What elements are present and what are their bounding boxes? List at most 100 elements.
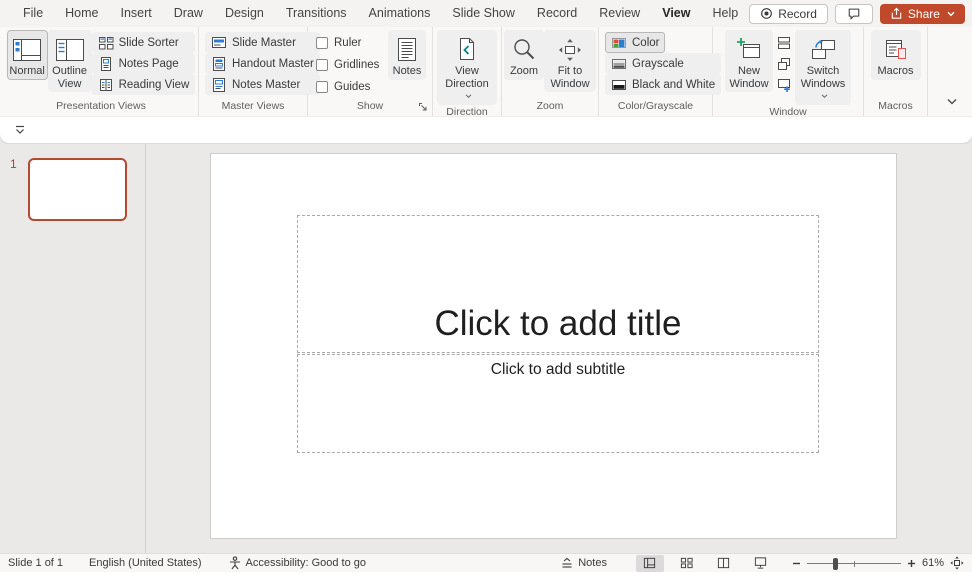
- tab-view[interactable]: View: [651, 0, 701, 27]
- gridlines-checkbox-row[interactable]: Gridlines: [316, 54, 382, 76]
- slide-master-button[interactable]: Slide Master: [205, 32, 320, 53]
- reading-view-status-button[interactable]: [710, 555, 738, 572]
- chevron-down-icon: [947, 11, 955, 17]
- zoom-icon: [511, 35, 537, 65]
- notes-master-button[interactable]: Notes Master: [205, 74, 320, 95]
- show-dialog-launcher-icon[interactable]: [417, 101, 429, 113]
- notes-master-icon: [211, 77, 227, 93]
- move-split-button[interactable]: [773, 74, 795, 95]
- collapse-ribbon-button[interactable]: [946, 98, 958, 106]
- zoom-slider-center-tick: [854, 561, 856, 567]
- grayscale-icon: [611, 56, 627, 72]
- tab-transitions[interactable]: Transitions: [275, 0, 358, 27]
- notes-icon: [394, 35, 420, 65]
- macros-button[interactable]: Macros: [871, 30, 921, 80]
- arrange-all-icon: [776, 35, 792, 51]
- slide-show-status-button[interactable]: [747, 555, 775, 572]
- color-button[interactable]: Color: [605, 32, 665, 53]
- notes-toggle-button[interactable]: Notes: [560, 557, 607, 570]
- move-split-icon: [776, 77, 792, 93]
- tab-review[interactable]: Review: [588, 0, 651, 27]
- tab-help[interactable]: Help: [701, 0, 749, 27]
- notes-page-label: Notes Page: [119, 58, 179, 70]
- outline-view-button[interactable]: Outline View: [48, 30, 92, 92]
- cascade-windows-button[interactable]: [773, 53, 795, 74]
- subtitle-placeholder[interactable]: Click to add subtitle: [297, 354, 819, 453]
- color-icon: [611, 35, 627, 51]
- tab-record[interactable]: Record: [526, 0, 588, 27]
- notes-page-button[interactable]: Notes Page: [92, 53, 196, 74]
- group-window: New Window Swi: [713, 27, 864, 116]
- zoom-in-button[interactable]: [907, 559, 916, 568]
- guides-checkbox-row[interactable]: Guides: [316, 76, 382, 98]
- notes-button[interactable]: Notes: [388, 30, 426, 80]
- fit-slide-to-window-button[interactable]: [950, 556, 964, 570]
- fit-to-window-button[interactable]: Fit to Window: [544, 30, 596, 92]
- share-button-label: Share: [908, 7, 940, 21]
- zoom-out-button[interactable]: [792, 559, 801, 568]
- group-label-presentation-views: Presentation Views: [6, 99, 196, 116]
- group-zoom: Zoom Fit to Window Zoom: [502, 27, 599, 116]
- slide-sorter-button[interactable]: Slide Sorter: [92, 32, 196, 53]
- zoom-slider-thumb[interactable]: [833, 558, 838, 570]
- view-direction-button[interactable]: View Direction: [437, 30, 497, 105]
- gridlines-checkbox[interactable]: [316, 59, 328, 71]
- ruler-checkbox[interactable]: [316, 37, 328, 49]
- reading-view-button[interactable]: Reading View: [92, 74, 196, 95]
- slide-counter[interactable]: Slide 1 of 1: [8, 557, 63, 569]
- grayscale-button[interactable]: Grayscale: [605, 53, 721, 74]
- share-button[interactable]: Share: [880, 4, 965, 24]
- handout-master-label: Handout Master: [232, 58, 314, 70]
- ribbon-footer-strip: [0, 116, 972, 144]
- arrange-all-button[interactable]: [773, 32, 795, 53]
- group-show: Ruler Gridlines Guides Notes: [308, 27, 433, 116]
- guides-checkbox[interactable]: [316, 81, 328, 93]
- switch-windows-icon: [809, 35, 837, 65]
- normal-view-status-button[interactable]: [636, 555, 664, 572]
- black-and-white-button[interactable]: Black and White: [605, 74, 721, 95]
- view-direction-label: View Direction: [440, 65, 494, 103]
- tab-animations[interactable]: Animations: [358, 0, 442, 27]
- zoom-percentage-button[interactable]: 61%: [922, 557, 944, 569]
- accessibility-checker[interactable]: Accessibility: Good to go: [228, 556, 366, 570]
- switch-windows-button[interactable]: Switch Windows: [795, 30, 851, 105]
- title-placeholder[interactable]: Click to add title: [297, 215, 819, 353]
- ribbon: Normal Outline View Slide Sorter: [0, 27, 972, 116]
- collapse-pin-icon: [14, 125, 26, 136]
- slide-master-label: Slide Master: [232, 37, 296, 49]
- slide-thumbnail-panel: 1: [0, 144, 146, 553]
- tab-home[interactable]: Home: [54, 0, 109, 27]
- ruler-checkbox-row[interactable]: Ruler: [316, 32, 382, 54]
- ribbon-pin-button[interactable]: [14, 125, 26, 136]
- ribbon-tabs: File Home Insert Draw Design Transitions…: [12, 0, 749, 27]
- group-label-color-grayscale: Color/Grayscale: [601, 99, 710, 116]
- outline-view-label: Outline View: [51, 65, 89, 90]
- grayscale-label: Grayscale: [632, 58, 684, 70]
- tab-slide-show[interactable]: Slide Show: [441, 0, 526, 27]
- presentation-views-small-buttons: Slide Sorter Notes Page Reading View: [92, 30, 196, 95]
- tab-file[interactable]: File: [12, 0, 54, 27]
- new-window-icon: [736, 35, 762, 65]
- handout-master-button[interactable]: Handout Master: [205, 53, 320, 74]
- tab-insert[interactable]: Insert: [110, 0, 163, 27]
- language-indicator[interactable]: English (United States): [89, 557, 202, 569]
- zoom-button-label: Zoom: [510, 65, 538, 78]
- zoom-slider[interactable]: [807, 557, 901, 570]
- slide-sorter-status-button[interactable]: [673, 555, 701, 572]
- normal-view-button[interactable]: Normal: [7, 30, 48, 80]
- status-bar-left: Slide 1 of 1 English (United States) Acc…: [8, 556, 366, 570]
- chevron-down-icon: [465, 94, 472, 99]
- zoom-button[interactable]: Zoom: [504, 30, 544, 80]
- slide-thumbnail[interactable]: [28, 158, 127, 221]
- new-window-button[interactable]: New Window: [725, 30, 773, 92]
- chevron-down-icon: [946, 98, 958, 106]
- notes-toggle-icon: [560, 557, 574, 570]
- tab-draw[interactable]: Draw: [163, 0, 214, 27]
- record-button[interactable]: Record: [749, 4, 828, 24]
- comments-button[interactable]: [835, 4, 873, 24]
- slide[interactable]: Click to add title Click to add subtitle: [210, 153, 897, 539]
- black-and-white-icon: [611, 77, 627, 93]
- ribbon-end-area: [928, 27, 972, 116]
- tab-design[interactable]: Design: [214, 0, 275, 27]
- reading-view-status-icon: [716, 556, 731, 570]
